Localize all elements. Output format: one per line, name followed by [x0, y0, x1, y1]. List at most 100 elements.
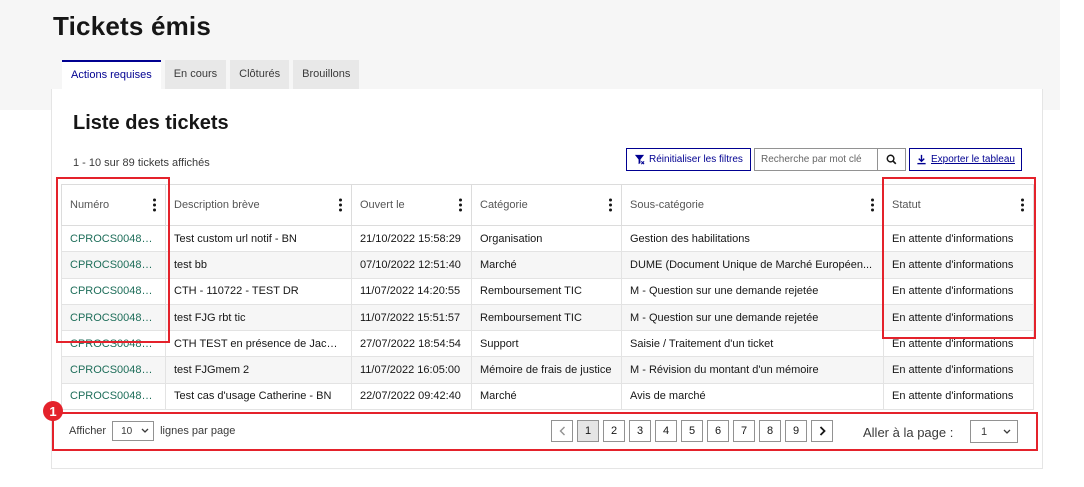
cell-ouvert-le: 11/07/2022 15:51:57: [351, 303, 472, 332]
cell-statut: En attente d'informations: [883, 277, 1034, 305]
cell-categorie: Organisation: [471, 224, 622, 253]
cell-ouvert-le: 11/07/2022 16:05:00: [351, 356, 472, 384]
cell-sous-categorie: M - Révision du montant d'un mémoire: [621, 356, 884, 384]
cell-sous-categorie: Avis de marché: [621, 382, 884, 411]
prev-page-button[interactable]: [551, 420, 573, 442]
cell-ouvert-le: 11/07/2022 14:20:55: [351, 277, 472, 305]
cell-statut: En attente d'informations: [883, 251, 1034, 279]
cell-categorie: Remboursement TIC: [471, 303, 622, 332]
table-row[interactable]: CPROCS0048486 test FJG rbt tic 11/07/2022 …: [61, 303, 1034, 332]
page-buttons: 1 2 3 4 5 6 7 8 9: [551, 420, 833, 442]
cell-categorie: Support: [471, 330, 622, 358]
cell-description: test FJGmem 2: [165, 356, 352, 384]
col-header-label: Numéro: [70, 199, 110, 211]
cell-ouvert-le: 22/07/2022 09:42:40: [351, 382, 472, 411]
pagination-bar: Afficher 10 lignes par page 1 2 3 4 5 6 …: [61, 413, 1033, 449]
kebab-menu-icon[interactable]: [871, 198, 875, 212]
goto-page-label: Aller à la page :: [863, 425, 954, 440]
table-row[interactable]: CPROCS0048950 Test custom url notif - BN 2…: [61, 224, 1034, 253]
cell-sous-categorie: DUME (Document Unique de Marché Européen…: [621, 251, 884, 279]
kebab-menu-icon[interactable]: [339, 198, 343, 212]
page-button-7[interactable]: 7: [733, 420, 755, 442]
cell-sous-categorie: Gestion des habilitations: [621, 224, 884, 253]
cell-statut: En attente d'informations: [883, 330, 1034, 358]
cell-description: Test custom url notif - BN: [165, 224, 352, 253]
reset-filters-label: Réinitialiser les filtres: [649, 154, 743, 165]
cell-description: CTH TEST en présence de Jacques: [165, 330, 352, 358]
kebab-menu-icon[interactable]: [459, 198, 463, 212]
page-title: Tickets émis: [53, 11, 212, 41]
col-header-sous-categorie[interactable]: Sous-catégorie: [621, 184, 884, 226]
col-header-statut[interactable]: Statut: [883, 184, 1034, 226]
tab-clotures[interactable]: Clôturés: [230, 60, 290, 89]
page-button-8[interactable]: 8: [759, 420, 781, 442]
table-row[interactable]: CPROCS0048884 test bb 07/10/2022 12:51:40 M…: [61, 251, 1034, 279]
chevron-right-icon: [819, 426, 826, 436]
cell-ouvert-le: 27/07/2022 18:54:54: [351, 330, 472, 358]
cell-statut: En attente d'informations: [883, 382, 1034, 411]
goto-page-value: 1: [981, 425, 988, 438]
table-header-row: Numéro Description brève Ouvert le Catég…: [61, 184, 1034, 226]
show-label: Afficher: [69, 425, 107, 437]
kebab-menu-icon[interactable]: [1021, 198, 1025, 212]
cell-sous-categorie: M - Question sur une demande rejetée: [621, 277, 884, 305]
cell-numero[interactable]: CPROCS0048603: [61, 382, 166, 411]
search-button[interactable]: [878, 148, 906, 171]
tickets-table: Numéro Description brève Ouvert le Catég…: [61, 184, 1034, 411]
per-page-select[interactable]: 10: [112, 421, 155, 441]
cell-description: test FJG rbt tic: [165, 303, 352, 332]
page-button-2[interactable]: 2: [603, 420, 625, 442]
tab-actions-requises[interactable]: Actions requises: [62, 60, 161, 89]
ticket-count: 1 - 10 sur 89 tickets affichés: [73, 157, 210, 169]
search-icon: [886, 154, 897, 165]
col-header-label: Sous-catégorie: [630, 199, 704, 211]
filter-reset-icon: [634, 154, 645, 165]
col-header-numero[interactable]: Numéro: [61, 184, 166, 226]
goto-page-select[interactable]: 1: [970, 420, 1018, 443]
tab-bar: Actions requises En cours Clôturés Broui…: [62, 60, 360, 89]
chevron-down-icon: [1003, 429, 1011, 434]
search-input[interactable]: [754, 148, 878, 171]
kebab-menu-icon[interactable]: [609, 198, 613, 212]
col-header-label: Description brève: [174, 199, 260, 211]
col-header-description[interactable]: Description brève: [165, 184, 352, 226]
page-button-9[interactable]: 9: [785, 420, 807, 442]
col-header-label: Catégorie: [480, 199, 528, 211]
tab-brouillons[interactable]: Brouillons: [293, 60, 360, 89]
per-page-value: 10: [121, 425, 133, 437]
tab-en-cours[interactable]: En cours: [164, 60, 227, 89]
page-button-1[interactable]: 1: [577, 420, 599, 442]
col-header-label: Statut: [892, 199, 921, 211]
cell-ouvert-le: 21/10/2022 15:58:29: [351, 224, 472, 253]
cell-numero[interactable]: CPROCS0048486: [61, 303, 166, 332]
col-header-ouvert-le[interactable]: Ouvert le: [351, 184, 472, 226]
page-button-3[interactable]: 3: [629, 420, 651, 442]
chevron-down-icon: [141, 428, 149, 433]
cell-ouvert-le: 07/10/2022 12:51:40: [351, 251, 472, 279]
table-row[interactable]: CPROCS0048639 CTH TEST en présence de Jac…: [61, 330, 1034, 358]
page-button-6[interactable]: 6: [707, 420, 729, 442]
cell-statut: En attente d'informations: [883, 303, 1034, 332]
cell-description: Test cas d'usage Catherine - BN: [165, 382, 352, 411]
table-row[interactable]: CPROCS0048603 Test cas d'usage Catherine …: [61, 382, 1034, 411]
table-row[interactable]: CPROCS0048479 CTH - 110722 - TEST DR 11/07…: [61, 277, 1034, 305]
download-icon: [917, 154, 926, 165]
cell-sous-categorie: M - Question sur une demande rejetée: [621, 303, 884, 332]
table-row[interactable]: CPROCS0048487 test FJGmem 2 11/07/2022 16:…: [61, 356, 1034, 384]
page-button-4[interactable]: 4: [655, 420, 677, 442]
cell-statut: En attente d'informations: [883, 356, 1034, 384]
next-page-button[interactable]: [811, 420, 833, 442]
cell-numero[interactable]: CPROCS0048639: [61, 330, 166, 358]
col-header-categorie[interactable]: Catégorie: [471, 184, 622, 226]
reset-filters-button[interactable]: Réinitialiser les filtres: [626, 148, 751, 171]
cell-numero[interactable]: CPROCS0048884: [61, 251, 166, 279]
page-button-5[interactable]: 5: [681, 420, 703, 442]
cell-categorie: Marché: [471, 382, 622, 411]
export-table-button[interactable]: Exporter le tableau: [909, 148, 1022, 171]
annotation-badge: 1: [43, 401, 63, 421]
cell-numero[interactable]: CPROCS0048487: [61, 356, 166, 384]
kebab-menu-icon[interactable]: [153, 198, 157, 212]
cell-numero[interactable]: CPROCS0048479: [61, 277, 166, 305]
cell-numero[interactable]: CPROCS0048950: [61, 224, 166, 253]
cell-description: CTH - 110722 - TEST DR: [165, 277, 352, 305]
